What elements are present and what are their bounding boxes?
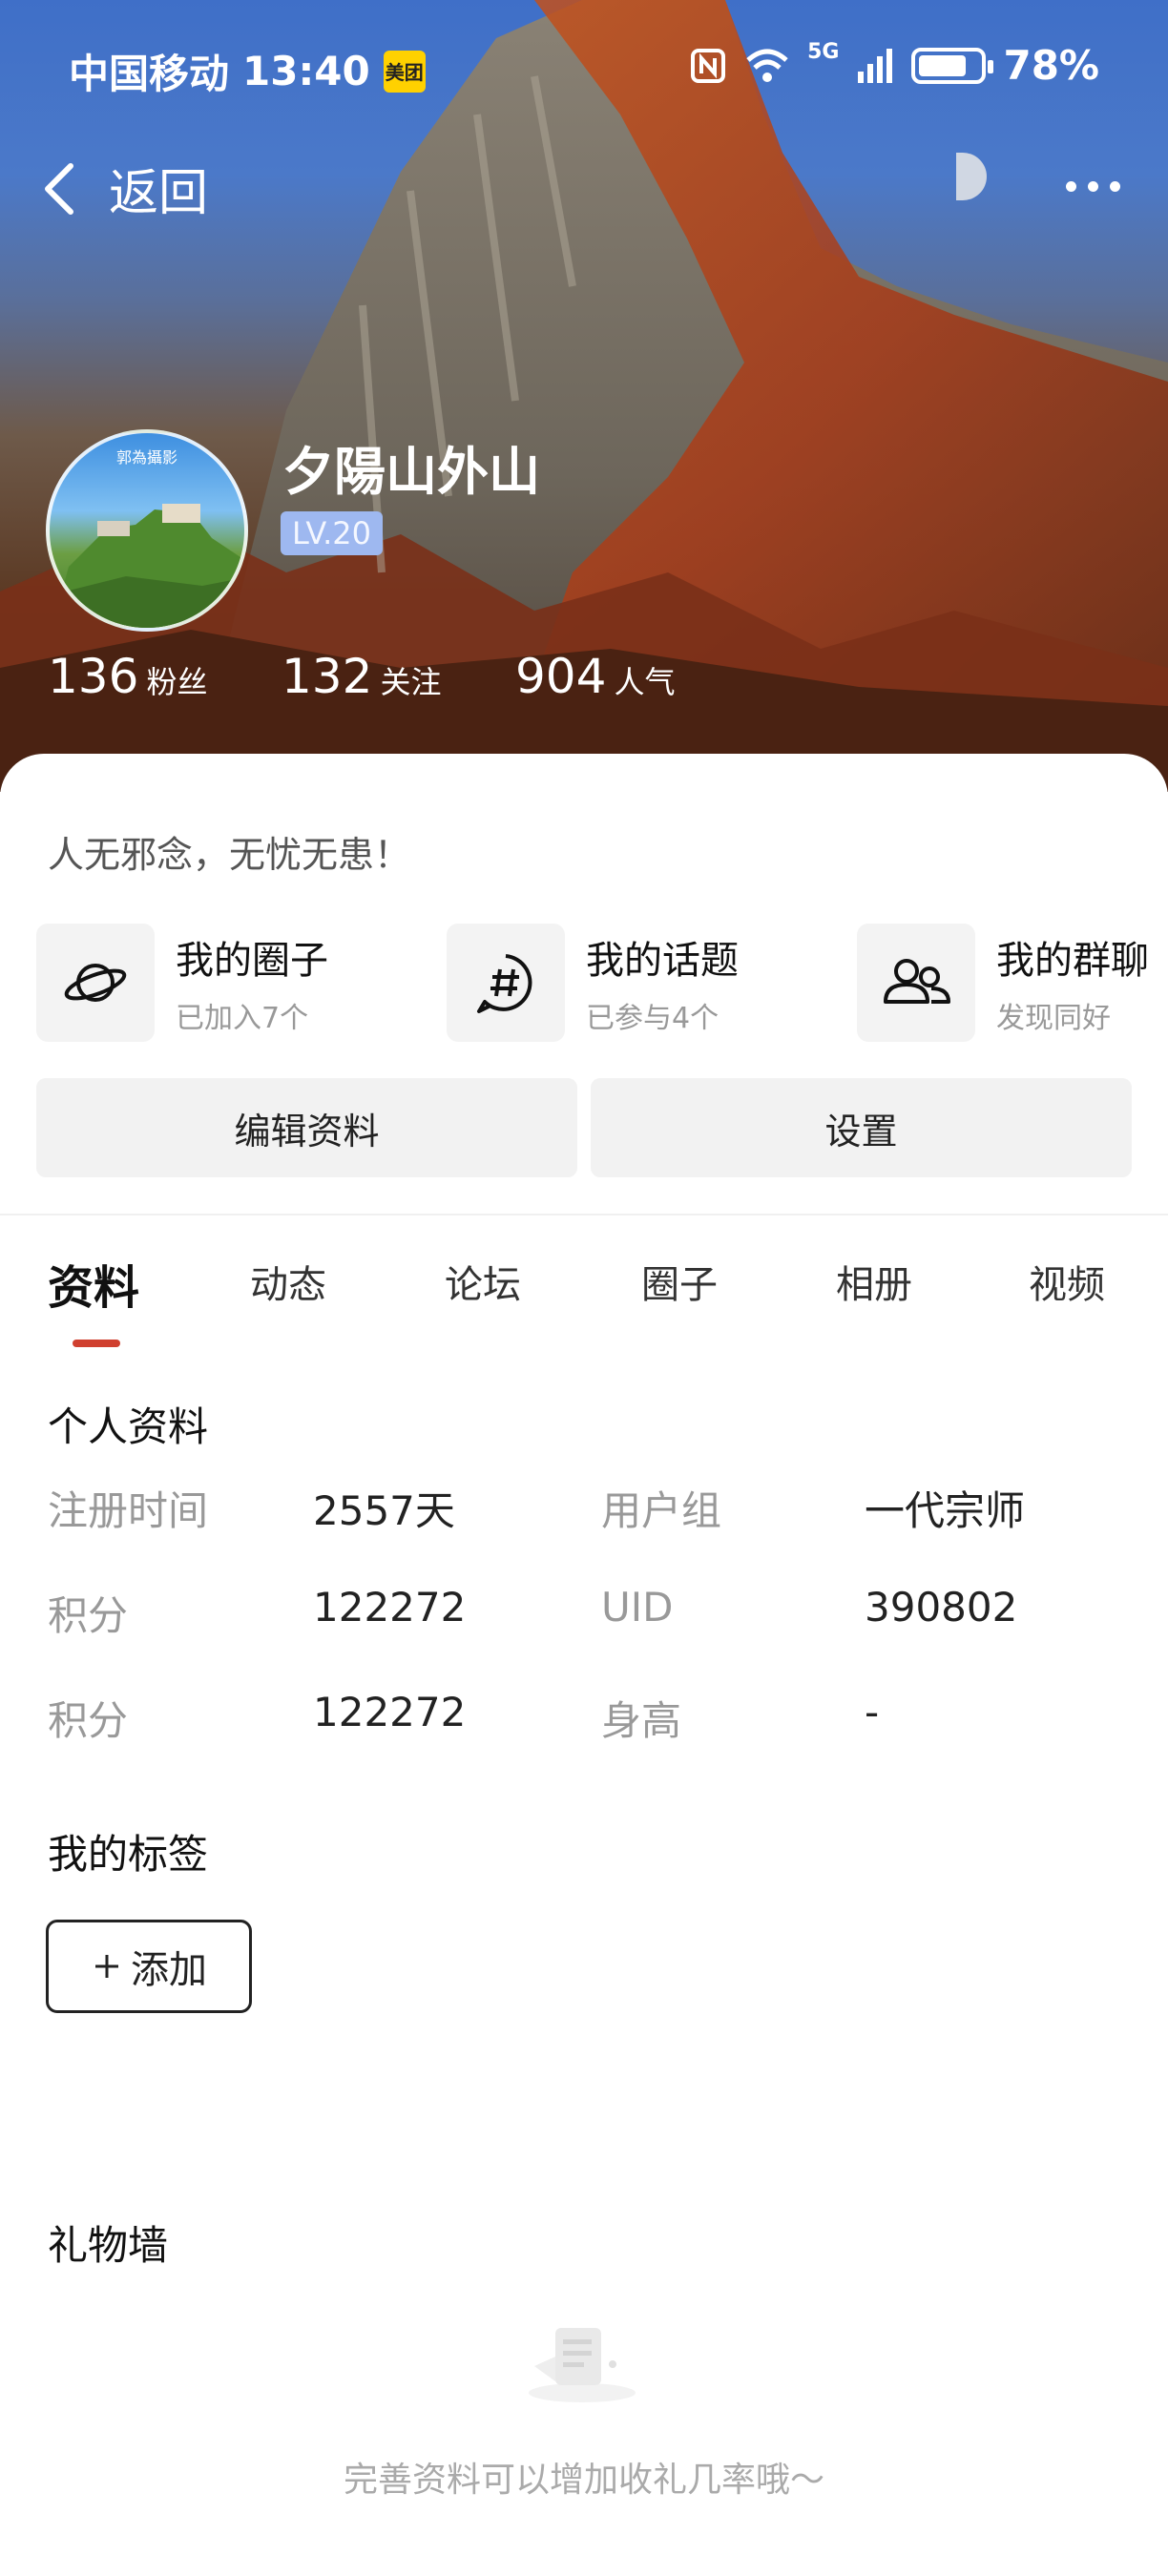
meituan-notification-icon: 美团 [383,50,426,93]
gift-wall-empty-text: 完善资料可以增加收礼几率哦～ [343,2461,824,2500]
gift-wall-title: 礼物墙 [48,2222,169,2269]
stat-label: 粉丝 [146,664,208,700]
shortcut-my-circles[interactable]: 我的圈子 已加入7个 [36,924,328,1042]
personal-info-title: 个人资料 [48,1403,209,1450]
nfc-icon [691,48,726,83]
more-options-button[interactable] [1066,181,1120,192]
info-key: UID [601,1584,674,1631]
carrier-label: 中国移动 [69,51,230,97]
wifi-icon [746,49,788,82]
info-key: 积分 [48,1592,129,1639]
info-value: 一代宗师 [865,1487,1026,1534]
stat-number: 904 [515,649,607,704]
active-tab-indicator [73,1340,120,1347]
profile-signature: 人无邪念，无忧无患！ [48,834,411,876]
info-value: 122272 [313,1584,467,1631]
profile-stats: 136 粉丝 132 关注 904 人气 [48,649,749,704]
shortcut-subtitle: 已加入7个 [176,1002,309,1035]
shortcut-subtitle: 已参与4个 [586,1002,720,1035]
profile-header-background: 中国移动 13:40 美团 5G 78% 返回 郭為攝影 夕陽山外山 LV.20… [0,0,1168,792]
planet-icon [36,924,155,1042]
info-value: - [865,1689,880,1735]
tab-forum[interactable]: 论坛 [445,1254,521,1309]
chevron-left-icon [45,162,73,215]
shortcut-title: 我的话题 [586,939,739,983]
settings-button[interactable]: 设置 [591,1078,1132,1177]
avatar[interactable]: 郭為攝影 [46,429,248,632]
shortcut-title: 我的群聊 [996,939,1149,983]
divider [0,1214,1168,1215]
tab-circles[interactable]: 圈子 [641,1254,718,1309]
shortcut-my-group-chats[interactable]: 我的群聊 发现同好 [857,924,1149,1042]
stat-number: 132 [282,649,373,704]
more-dots-icon [1066,181,1076,192]
signal-icon [858,48,893,83]
plus-icon [95,1955,118,1978]
info-value: 390802 [865,1584,1018,1631]
info-key: 身高 [601,1697,682,1744]
profile-card: 人无邪念，无忧无患！ 我的圈子 已加入7个 我的话题 已参与4个 我的群聊 发现… [0,754,1168,2576]
back-label: 返回 [109,165,209,222]
back-button[interactable]: 返回 [38,153,208,224]
stat-label: 关注 [380,664,442,700]
hashtag-bubble-icon [447,924,565,1042]
shortcut-row: 我的圈子 已加入7个 我的话题 已参与4个 我的群聊 发现同好 [36,924,1168,1042]
info-row: 注册时间 2557天 用户组 一代宗师 [48,1479,1126,1584]
add-tag-label: 添加 [131,1948,207,1992]
avatar-watermark: 郭為攝影 [115,448,177,467]
add-tag-button[interactable]: 添加 [46,1920,252,2013]
tab-album[interactable]: 相册 [836,1254,912,1309]
battery-icon [911,47,994,84]
info-key: 积分 [48,1697,129,1744]
stat-label: 人气 [614,664,676,700]
profile-tabs: 资料 动态 论坛 圈子 相册 视频 [0,1250,1168,1336]
stat-popularity: 904 人气 [515,649,749,704]
tab-videos[interactable]: 视频 [1029,1254,1105,1309]
info-value: 2557天 [313,1487,455,1534]
info-key: 用户组 [601,1487,722,1534]
my-tags-title: 我的标签 [48,1831,209,1878]
info-value: 122272 [313,1689,467,1735]
shortcut-title: 我的圈子 [176,939,328,983]
username: 夕陽山外山 [282,442,540,502]
status-bar: 中国移动 13:40 美团 5G 78% [0,0,1168,134]
shortcut-my-topics[interactable]: 我的话题 已参与4个 [447,924,739,1042]
personal-info-table: 注册时间 2557天 用户组 一代宗师 积分 122272 UID 390802… [48,1479,1126,1794]
shortcut-subtitle: 发现同好 [996,1002,1111,1035]
tab-profile[interactable]: 资料 [48,1250,139,1317]
battery-percent: 78% [1003,42,1099,89]
group-icon [857,924,975,1042]
tab-activity[interactable]: 动态 [250,1254,326,1309]
info-key: 注册时间 [48,1487,209,1534]
stat-number: 136 [48,649,139,704]
edit-profile-button[interactable]: 编辑资料 [36,1078,577,1177]
clock: 13:40 [242,48,370,94]
top-nav-bar: 返回 [0,143,1168,239]
stat-fans[interactable]: 136 粉丝 [48,649,282,704]
info-row: 积分 122272 UID 390802 [48,1584,1126,1689]
profile-action-buttons: 编辑资料 设置 [36,1078,1132,1177]
info-row: 积分 122272 身高 - [48,1689,1126,1794]
level-badge: LV.20 [281,511,383,555]
network-type-label: 5G [807,40,840,64]
empty-gift-icon [529,2328,636,2402]
stat-following[interactable]: 132 关注 [282,649,515,704]
